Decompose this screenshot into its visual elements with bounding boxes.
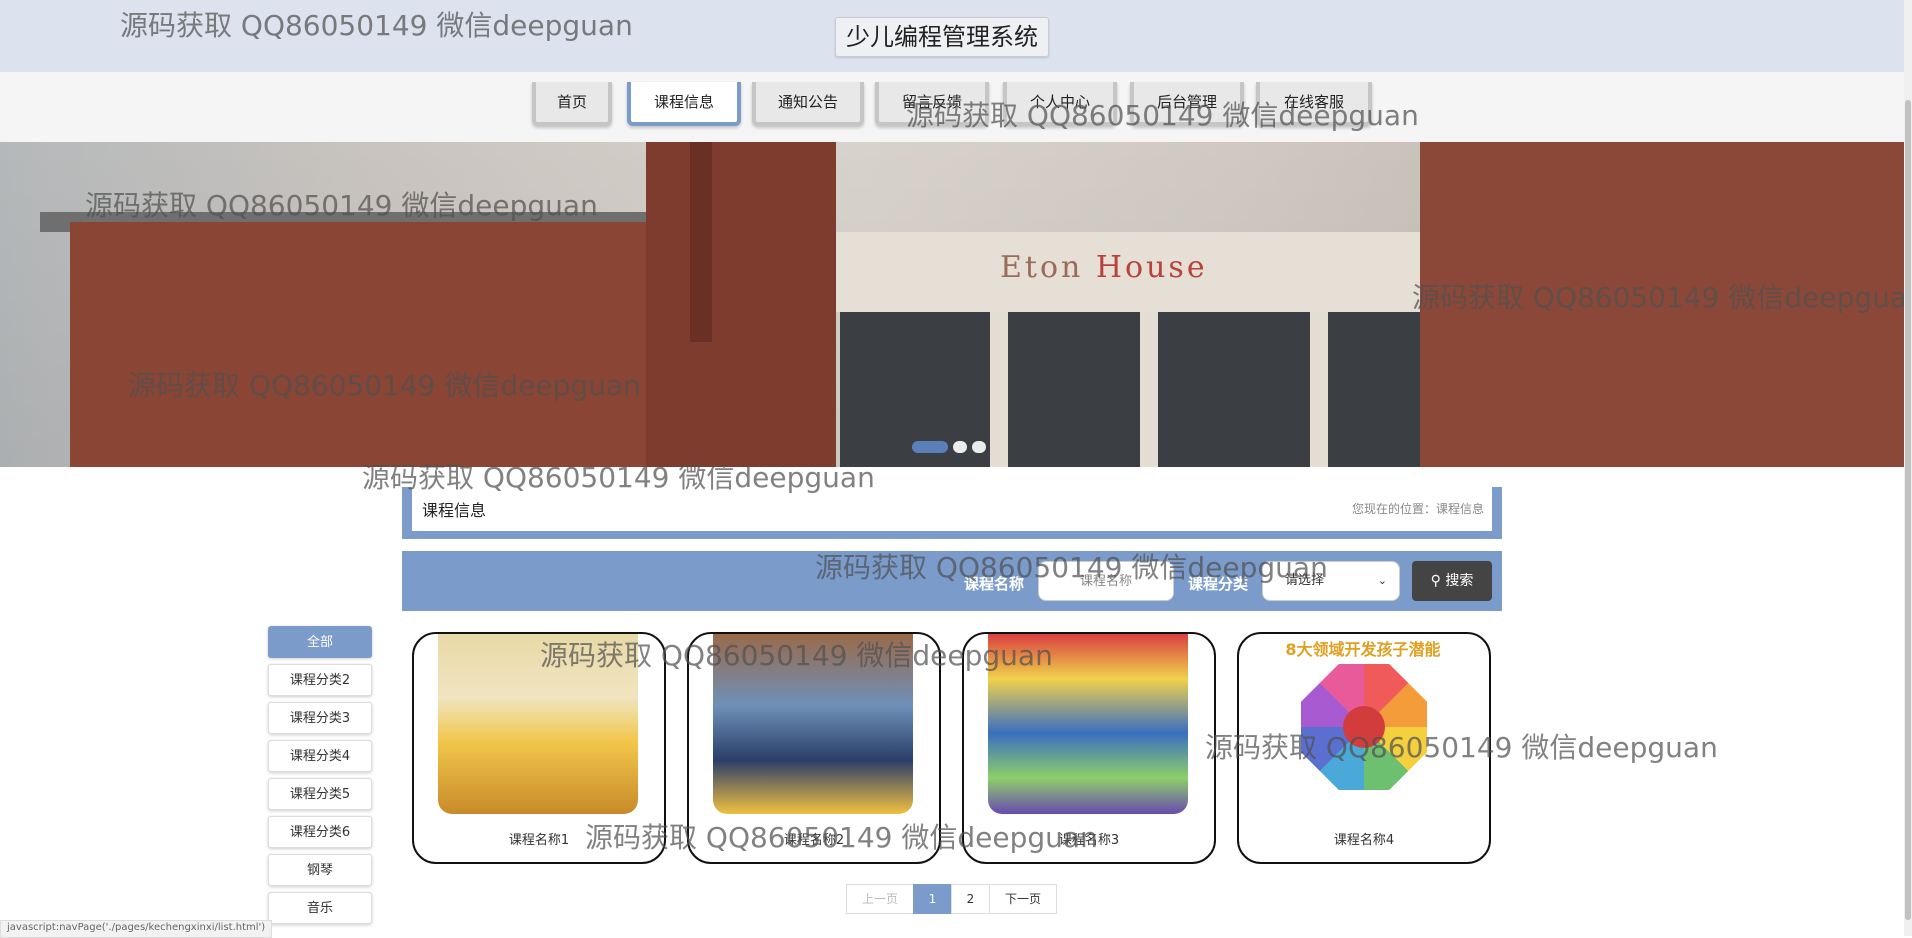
course-category-select[interactable]: 请选择 ⌄ <box>1262 561 1400 601</box>
category-item[interactable]: 课程分类5 <box>268 778 372 810</box>
course-name: 课程名称4 <box>1333 833 1395 848</box>
top-header: 少儿编程管理系统 <box>0 0 1912 73</box>
carousel-dot[interactable] <box>912 440 948 453</box>
category-item[interactable]: 课程分类3 <box>268 702 372 734</box>
search-button[interactable]: ⚲ 搜索 <box>1412 561 1492 601</box>
category-all[interactable]: 全部 <box>268 626 372 658</box>
course-image-caption: 8大领域开发孩子潜能 <box>1285 640 1441 659</box>
breadcrumb: 课程信息 您现在的位置：课程信息 <box>402 487 1502 539</box>
nav-profile[interactable]: 个人中心 <box>1003 82 1117 126</box>
course-image <box>988 634 1188 814</box>
nav-home[interactable]: 首页 <box>532 82 612 126</box>
course-card[interactable]: 课程名称1 <box>412 632 666 864</box>
status-bar-url: javascript:navPage('./pages/kechengxinxi… <box>0 920 273 938</box>
nav-online-service[interactable]: 在线客服 <box>1256 82 1372 126</box>
scrollbar[interactable] <box>1904 0 1912 936</box>
course-card[interactable]: 课程名称3 <box>962 632 1216 864</box>
category-item[interactable]: 课程分类2 <box>268 664 372 696</box>
course-name: 课程名称2 <box>783 833 845 848</box>
carousel-dot[interactable] <box>953 440 967 453</box>
site-title: 少儿编程管理系统 <box>835 17 1049 57</box>
banner-photo <box>70 222 650 467</box>
carousel-indicators <box>912 436 991 453</box>
search-icon: ⚲ <box>1430 573 1441 589</box>
course-card[interactable]: 课程名称2 <box>687 632 941 864</box>
page-title: 课程信息 <box>422 501 487 520</box>
course-image <box>438 634 638 814</box>
course-name: 课程名称3 <box>1058 833 1120 848</box>
chevron-down-icon: ⌄ <box>1377 574 1387 587</box>
course-name-label: 课程名称 <box>964 575 1025 593</box>
category-item[interactable]: 课程分类6 <box>268 816 372 848</box>
course-category-label: 课程分类 <box>1188 575 1249 593</box>
page-2-button[interactable]: 2 <box>951 884 990 914</box>
page-1-button[interactable]: 1 <box>913 884 952 914</box>
nav-feedback[interactable]: 留言反馈 <box>875 82 989 126</box>
prev-page-button[interactable]: 上一页 <box>846 884 914 914</box>
main-nav: 首页 课程信息 通知公告 留言反馈 个人中心 后台管理 在线客服 <box>0 72 1912 142</box>
nav-courses[interactable]: 课程信息 <box>627 82 741 126</box>
search-bar: 课程名称 课程分类 请选择 ⌄ ⚲ 搜索 <box>402 551 1502 611</box>
banner-carousel[interactable]: Eton House <box>0 142 1904 467</box>
carousel-dot[interactable] <box>972 440 986 453</box>
nav-notices[interactable]: 通知公告 <box>752 82 864 126</box>
course-name-input[interactable] <box>1038 561 1174 601</box>
course-image <box>713 634 913 814</box>
current-location: 您现在的位置：课程信息 <box>1351 502 1484 516</box>
course-image: 8大领域开发孩子潜能 <box>1263 634 1463 814</box>
scroll-thumb[interactable] <box>1905 100 1911 920</box>
category-item[interactable]: 课程分类4 <box>268 740 372 772</box>
banner-sign: Eton House <box>1000 250 1208 285</box>
next-page-button[interactable]: 下一页 <box>989 884 1057 914</box>
course-name: 课程名称1 <box>508 833 570 848</box>
course-card[interactable]: 8大领域开发孩子潜能 课程名称4 <box>1237 632 1491 864</box>
nav-admin[interactable]: 后台管理 <box>1130 82 1244 126</box>
category-item[interactable]: 钢琴 <box>268 854 372 886</box>
category-item[interactable]: 音乐 <box>268 892 372 924</box>
